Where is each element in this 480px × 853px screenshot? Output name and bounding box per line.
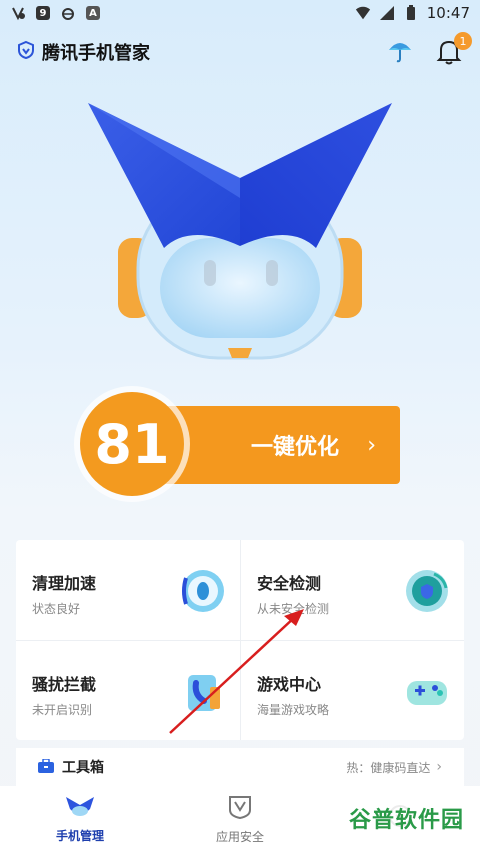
chevron-right-icon: › bbox=[436, 759, 442, 775]
app-header: 腾讯手机管家 1 bbox=[0, 30, 480, 74]
notification-icon bbox=[10, 5, 26, 21]
phone-block-icon bbox=[180, 669, 226, 715]
card-cleanup[interactable]: 清理加速 状态良好 bbox=[16, 540, 240, 640]
card-harassment-block[interactable]: 骚扰拦截 未开启识别 bbox=[16, 640, 240, 740]
tab-phone-management[interactable]: 手机管理 bbox=[0, 786, 160, 853]
card-security-scan[interactable]: 安全检测 从未安全检测 bbox=[240, 540, 464, 640]
umbrella-icon[interactable] bbox=[386, 36, 414, 68]
shield-scan-icon bbox=[404, 568, 450, 614]
notification-bell[interactable]: 1 bbox=[436, 32, 472, 66]
wifi-icon bbox=[355, 5, 371, 21]
status-time: 10:47 bbox=[426, 4, 470, 22]
toolbox-label: 工具箱 bbox=[62, 760, 104, 776]
app-shield-nav-icon bbox=[227, 794, 253, 824]
optimize-label: 一键优化 bbox=[250, 435, 339, 460]
tab-app-security[interactable]: 应用安全 bbox=[160, 786, 320, 853]
nav-label: 手机管理 bbox=[55, 829, 104, 843]
nav-label: 应用安全 bbox=[215, 830, 264, 844]
toolbox-icon bbox=[38, 757, 54, 777]
one-click-optimize-button[interactable]: 一键优化 › bbox=[150, 406, 400, 484]
shield-logo-icon bbox=[16, 40, 36, 64]
chevron-right-icon: › bbox=[367, 432, 376, 458]
signal-icon bbox=[379, 5, 395, 21]
helmet-nav-icon bbox=[65, 795, 95, 823]
a-notification-icon: A bbox=[86, 6, 100, 20]
bell-icon bbox=[436, 40, 462, 70]
notification-badge: 1 bbox=[454, 32, 472, 50]
status-bar: 9 A 10:47 bbox=[0, 0, 480, 26]
bug-icon bbox=[60, 5, 76, 21]
site-watermark: 谷普软件园 bbox=[344, 800, 468, 836]
feature-grid: 清理加速 状态良好 安全检测 从未安全检测 骚扰拦截 未开启识别 游戏中心 海量… bbox=[16, 540, 464, 740]
fan-icon bbox=[180, 568, 226, 614]
health-code-shortcut[interactable]: 热：健康码直达 bbox=[346, 759, 430, 776]
card-game-center[interactable]: 游戏中心 海量游戏攻略 bbox=[240, 640, 464, 740]
battery-icon bbox=[403, 5, 419, 21]
toolbox-row[interactable]: 工具箱 热：健康码直达 › bbox=[16, 748, 464, 786]
app-notification-icon: 9 bbox=[36, 6, 50, 20]
app-title: 腾讯手机管家 bbox=[42, 43, 150, 64]
robot-mascot-illustration bbox=[80, 98, 400, 378]
health-score[interactable]: 81 bbox=[80, 392, 184, 496]
gamepad-icon bbox=[404, 669, 450, 715]
